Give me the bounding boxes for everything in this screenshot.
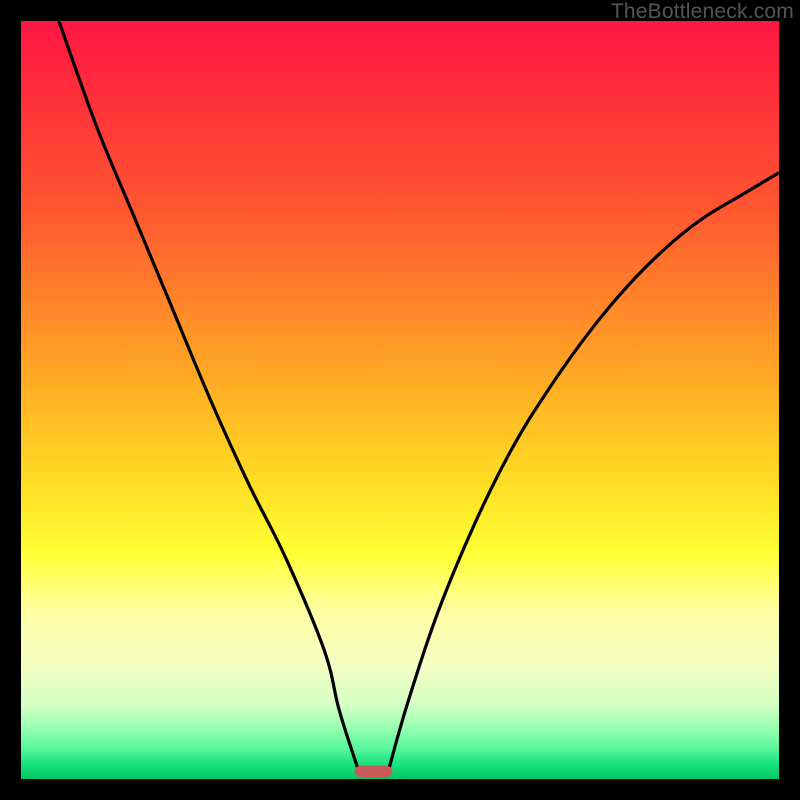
watermark-text: TheBottleneck.com [611,0,794,24]
optimal-marker [355,766,393,777]
right-curve-line [389,173,779,770]
chart-svg [21,21,779,779]
chart-plot-area [21,21,779,779]
left-curve-line [59,21,358,770]
